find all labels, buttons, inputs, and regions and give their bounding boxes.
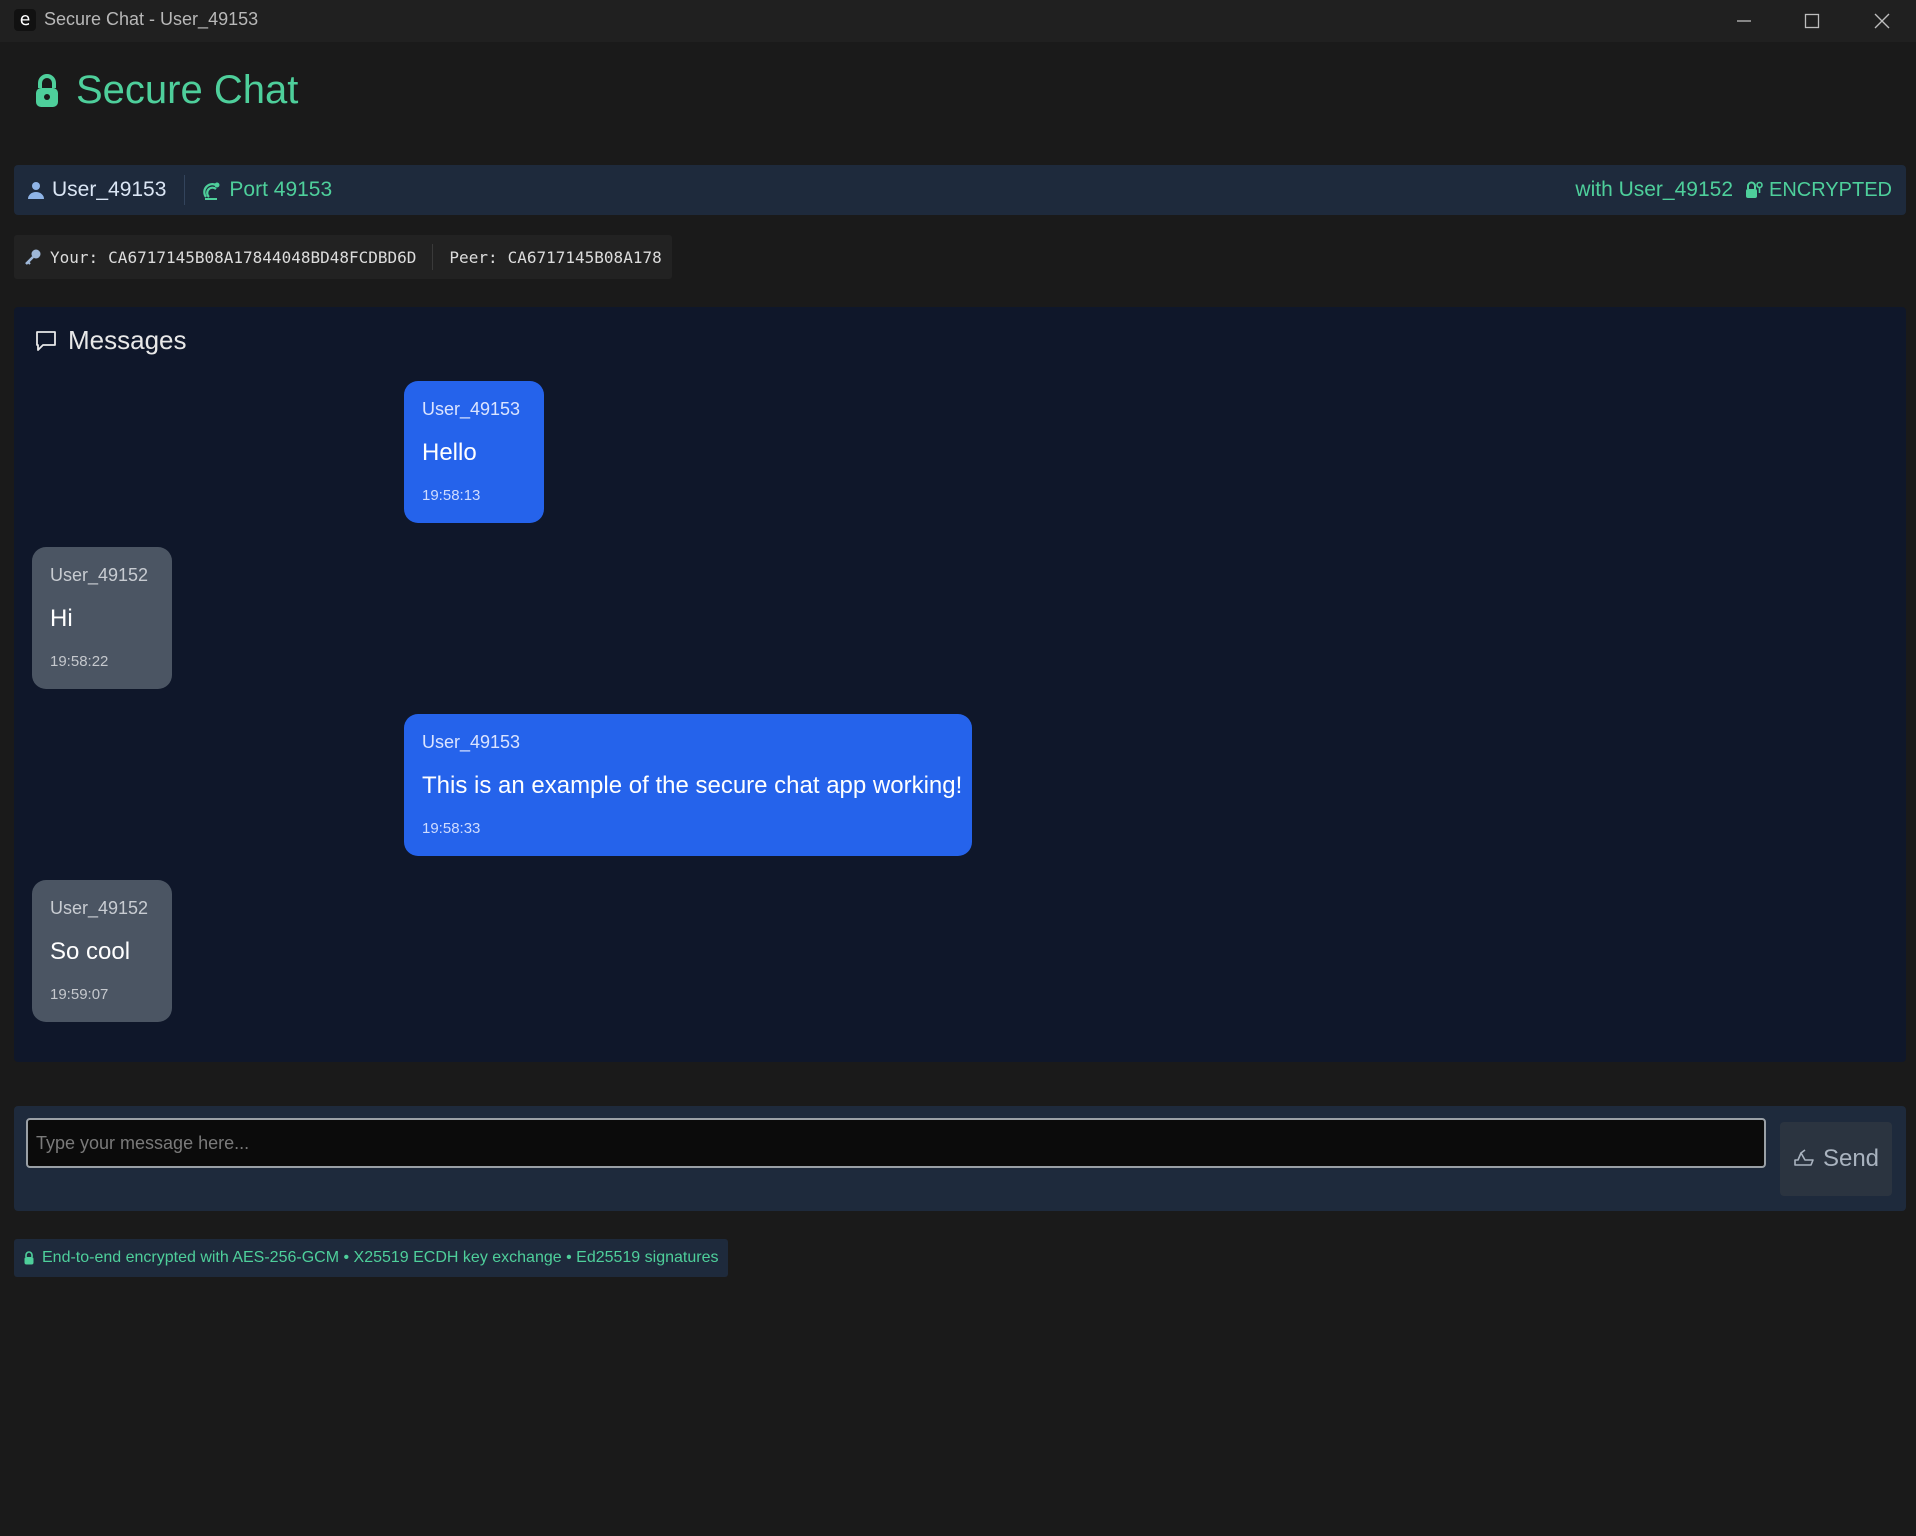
app-header: Secure Chat [34,68,298,113]
maximize-button[interactable] [1780,0,1844,42]
message-sender: User_49153 [422,732,521,752]
message-text: Hello [422,439,477,466]
lock-key-icon [1746,181,1763,198]
chat-bubble-icon [36,330,56,351]
encryption-info-footer: End-to-end encrypted with AES-256-GCM • … [14,1239,729,1277]
app-title: Secure Chat [76,68,299,112]
message-text: So cool [50,938,131,965]
connection-status-bar: User_49153 Port 49153 with User_49152 EN… [14,165,1906,215]
window-title: Secure Chat - User_49153 [44,9,259,29]
message-sender: User_49153 [422,399,521,419]
port-label: Port 49153 [229,178,333,201]
status-divider [184,175,186,205]
maximize-icon [1804,13,1820,29]
peer-key-label: Peer: [449,247,498,267]
message-text: This is an example of the secure chat ap… [422,772,963,799]
key-fingerprint-bar: Your: CA6717145B08A17844048BD48FCDBD6D P… [14,235,672,279]
lock-icon [36,73,58,107]
peer-key-fingerprint: CA6717145B08A178 [507,247,662,267]
message-bubble: User_49153 This is an example of the sec… [404,714,972,856]
encryption-status-badge: ENCRYPTED [1745,179,1892,202]
message-bubble: User_49153 Hello 19:58:13 [404,381,544,523]
message-time: 19:58:33 [422,820,481,837]
key-icon [25,249,41,265]
message-bubble: User_49152 Hi 19:58:22 [32,547,172,689]
minimize-button[interactable] [1712,0,1776,42]
messages-panel[interactable]: Messages User_49153 Hello 19:58:13 User_… [14,307,1906,1062]
current-user-label: User_49153 [52,178,167,201]
close-button[interactable] [1850,0,1914,42]
message-bubble: User_49152 So cool 19:59:07 [32,880,172,1022]
message-sender: User_49152 [50,565,149,585]
messages-title: Messages [68,325,187,355]
your-key-label: Your: [50,247,99,267]
message-time: 19:58:22 [50,653,109,670]
user-icon [28,182,44,199]
your-key-fingerprint: CA6717145B08A17844048BD48FCDBD6D [108,247,417,267]
lock-icon [24,1251,34,1265]
peer-label: with User_49152 [1575,178,1733,201]
encryption-info-text: End-to-end encrypted with AES-256-GCM • … [42,1249,719,1266]
message-sender: User_49152 [50,898,149,918]
encryption-status-label: ENCRYPTED [1769,178,1892,201]
close-icon [1874,13,1890,29]
message-text: Hi [50,605,73,632]
window-titlebar: e Secure Chat - User_49153 [0,0,1916,42]
messages-header: Messages [34,325,187,356]
send-icon [1794,1149,1814,1166]
send-button[interactable]: Send [1780,1122,1892,1196]
message-composer: Send [14,1106,1906,1211]
message-input[interactable] [26,1118,1766,1168]
minimize-icon [1737,20,1751,22]
send-button-label: Send [1822,1145,1880,1172]
message-time: 19:58:13 [422,487,481,504]
port-info: Port 49153 [203,178,332,202]
satellite-icon [203,182,220,200]
current-user: User_49153 [28,178,166,202]
app-icon: e [14,9,36,31]
key-divider [432,244,434,270]
message-time: 19:59:07 [50,986,109,1003]
